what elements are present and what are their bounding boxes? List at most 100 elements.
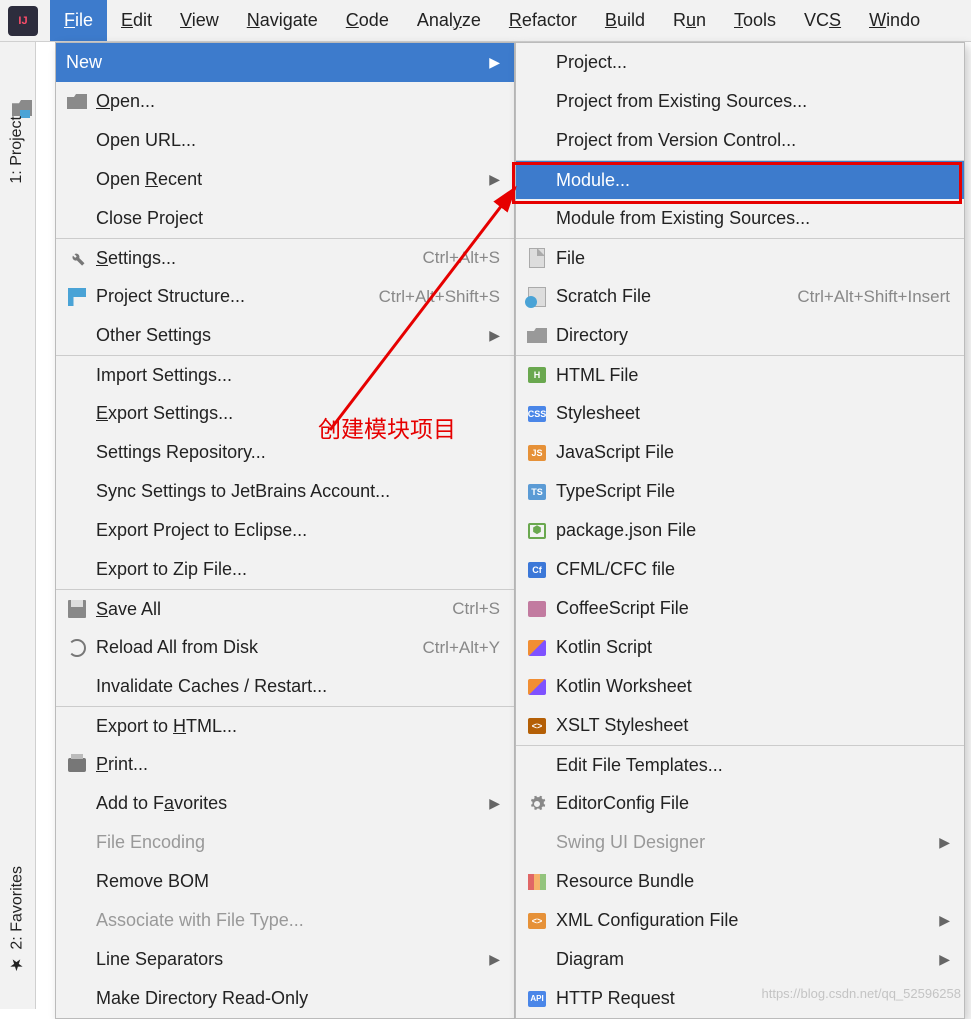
submenu-arrow-icon: ▶ [939,951,950,968]
menu-item-label: Export Project to Eclipse... [96,520,500,541]
file-menu-item-export-project-to-eclipse[interactable]: Export Project to Eclipse... [56,511,514,550]
new-menu-item-module-from-existing-sources[interactable]: Module from Existing Sources... [516,199,964,238]
menu-build[interactable]: Build [591,0,659,41]
menu-navigate[interactable]: Navigate [233,0,332,41]
new-menu-item-file[interactable]: File [516,238,964,277]
cf-icon: Cf [526,559,548,581]
menu-item-label: Import Settings... [96,365,500,386]
menu-item-label: Line Separators [96,949,481,970]
file-menu-item-print[interactable]: Print... [56,745,514,784]
menu-item-label: JavaScript File [556,442,950,463]
menu-item-label: Project from Version Control... [556,130,950,151]
file-menu-item-sync-settings-to-jetbrains-account[interactable]: Sync Settings to JetBrains Account... [56,472,514,511]
new-menu-item-typescript-file[interactable]: TSTypeScript File [516,472,964,511]
star-icon: ★ [8,956,27,975]
file-menu-item-remove-bom[interactable]: Remove BOM [56,862,514,901]
ts-icon: TS [526,481,548,503]
file-menu-item-make-directory-read-only[interactable]: Make Directory Read-Only [56,979,514,1018]
file-menu-item-save-all[interactable]: Save AllCtrl+S [56,589,514,628]
new-menu-item-editorconfig-file[interactable]: EditorConfig File [516,784,964,823]
file-menu-item-export-settings[interactable]: Export Settings... [56,394,514,433]
shortcut-label: Ctrl+Alt+Shift+S [379,287,500,307]
folder-grey-icon [526,325,548,347]
new-menu-item-project[interactable]: Project... [516,43,964,82]
menu-tools[interactable]: Tools [720,0,790,41]
file-menu-item-open[interactable]: Open... [56,82,514,121]
file-menu-item-export-to-html[interactable]: Export to HTML... [56,706,514,745]
menu-item-label: Associate with File Type... [96,910,500,931]
menu-item-label: Swing UI Designer [556,832,931,853]
menu-item-label: Open... [96,91,500,112]
file-menu-item-settings[interactable]: Settings...Ctrl+Alt+S [56,238,514,277]
new-menu-item-package-json-file[interactable]: ⬢package.json File [516,511,964,550]
new-menu-item-html-file[interactable]: HHTML File [516,355,964,394]
file-menu-item-line-separators[interactable]: Line Separators ▶ [56,940,514,979]
new-menu-item-kotlin-script[interactable]: Kotlin Script [516,628,964,667]
new-menu-item-directory[interactable]: Directory [516,316,964,355]
file-menu-item-invalidate-caches-restart[interactable]: Invalidate Caches / Restart... [56,667,514,706]
file-menu-item-settings-repository[interactable]: Settings Repository... [56,433,514,472]
new-menu-item-stylesheet[interactable]: CSSStylesheet [516,394,964,433]
sidebar-tab-project[interactable]: 1: Project [0,102,34,198]
menu-item-label: Open URL... [96,130,500,151]
menu-item-label: Reload All from Disk [96,637,423,658]
new-menu-item-project-from-version-control[interactable]: Project from Version Control... [516,121,964,160]
menu-item-label: HTML File [556,365,950,386]
submenu-arrow-icon: ▶ [489,951,500,968]
menu-vcs[interactable]: VCS [790,0,855,41]
new-menu-item-kotlin-worksheet[interactable]: Kotlin Worksheet [516,667,964,706]
menu-item-label: Open Recent [96,169,481,190]
reload-icon [66,637,88,659]
file-menu-item-open-url[interactable]: Open URL... [56,121,514,160]
menu-item-label: EditorConfig File [556,793,950,814]
xml-icon: <> [526,910,548,932]
new-menu-item-javascript-file[interactable]: JSJavaScript File [516,433,964,472]
shortcut-label: Ctrl+Alt+Y [423,638,500,658]
file-menu-item-close-project[interactable]: Close Project [56,199,514,238]
menu-windo[interactable]: Windo [855,0,934,41]
file-menu-item-open-recent[interactable]: Open Recent▶ [56,160,514,199]
new-menu-item-edit-file-templates[interactable]: Edit File Templates... [516,745,964,784]
menu-view[interactable]: View [166,0,233,41]
new-menu-item-xslt-stylesheet[interactable]: <>XSLT Stylesheet [516,706,964,745]
menu-item-label: Stylesheet [556,403,950,424]
sidebar-tab-favorites[interactable]: ★ 2: Favorites [0,852,35,989]
new-menu-item-coffeescript-file[interactable]: CoffeeScript File [516,589,964,628]
file-menu-item-other-settings[interactable]: Other Settings▶ [56,316,514,355]
file-menu-item-project-structure[interactable]: Project Structure...Ctrl+Alt+Shift+S [56,277,514,316]
menu-analyze[interactable]: Analyze [403,0,495,41]
kotlin-icon [526,676,548,698]
menu-item-label: Export to HTML... [96,716,500,737]
app-icon [8,6,38,36]
menu-file[interactable]: File [50,0,107,41]
sidebar-left: 1: Project ★ 2: Favorites [0,42,36,1009]
menu-edit[interactable]: Edit [107,0,166,41]
file-menu: New▶Open...Open URL...Open Recent▶Close … [55,42,515,1019]
file-menu-item-new[interactable]: New▶ [56,43,514,82]
new-menu-item-module[interactable]: Module... [516,160,964,199]
file-menu-item-export-to-zip-file[interactable]: Export to Zip File... [56,550,514,589]
file-menu-item-reload-all-from-disk[interactable]: Reload All from DiskCtrl+Alt+Y [56,628,514,667]
new-menu-item-diagram[interactable]: Diagram▶ [516,940,964,979]
menu-item-label: Remove BOM [96,871,500,892]
wrench-icon [66,247,88,269]
kotlin-icon [526,637,548,659]
menu-refactor[interactable]: Refactor [495,0,591,41]
sidebar-favorites-label: 2: Favorites [9,866,27,950]
file-menu-item-add-to-favorites[interactable]: Add to Favorites▶ [56,784,514,823]
menu-item-label: Module... [556,170,950,191]
save-icon [66,598,88,620]
menu-code[interactable]: Code [332,0,403,41]
menu-item-label: Edit File Templates... [556,755,950,776]
new-menu-item-project-from-existing-sources[interactable]: Project from Existing Sources... [516,82,964,121]
menu-item-label: Make Directory Read-Only [96,988,500,1009]
menubar: FileEditViewNavigateCodeAnalyzeRefactorB… [0,0,971,42]
new-menu-item-cfml-cfc-file[interactable]: CfCFML/CFC file [516,550,964,589]
submenu-arrow-icon: ▶ [489,795,500,812]
new-menu-item-xml-configuration-file[interactable]: <>XML Configuration File▶ [516,901,964,940]
menu-item-label: Resource Bundle [556,871,950,892]
new-menu-item-scratch-file[interactable]: Scratch FileCtrl+Alt+Shift+Insert [516,277,964,316]
file-menu-item-import-settings[interactable]: Import Settings... [56,355,514,394]
new-menu-item-resource-bundle[interactable]: Resource Bundle [516,862,964,901]
menu-run[interactable]: Run [659,0,720,41]
